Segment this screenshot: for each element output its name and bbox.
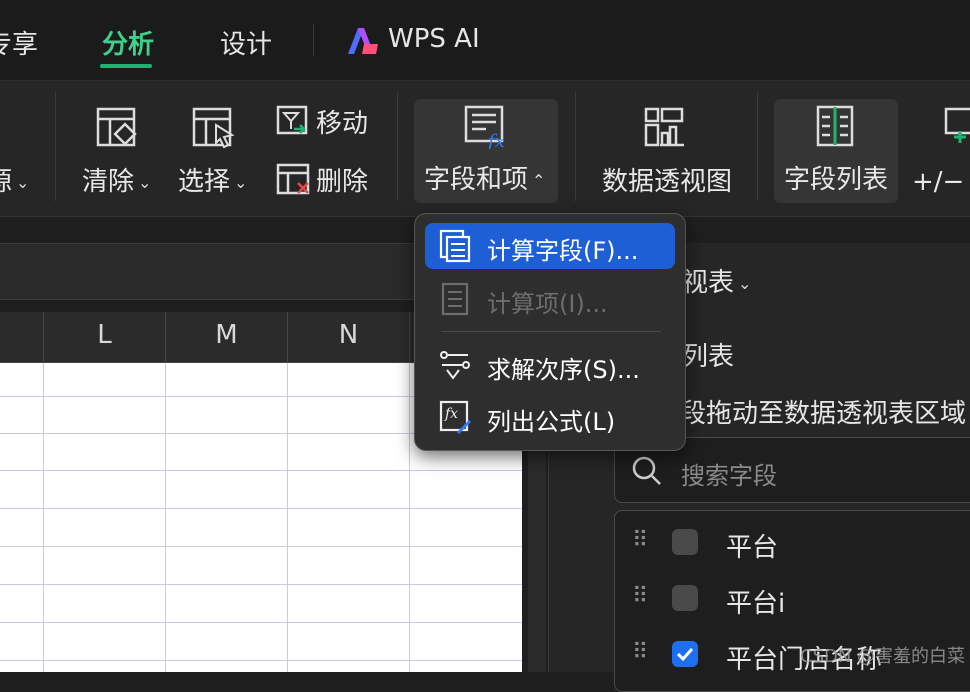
tab-analyze[interactable]: 分析 — [102, 24, 154, 61]
checkmark-icon — [676, 647, 694, 662]
active-tab-indicator — [100, 64, 152, 68]
chevron-down-icon: ⌄ — [234, 173, 248, 192]
pivot-pane-title-text: 视表 — [682, 268, 735, 298]
field-list-label: 字段列表 — [784, 165, 889, 195]
wps-ai-logo-icon — [348, 28, 378, 54]
expand-collapse-icon — [944, 107, 970, 143]
delete-label: 删除 — [316, 167, 369, 197]
pivot-chart-label: 数据透视图 — [602, 167, 733, 197]
menu-item-label: 列出公式(L) — [487, 408, 616, 436]
drag-instruction: 段拖动至数据透视表区域 — [680, 399, 967, 429]
pivot-chart-icon — [644, 107, 684, 147]
ribbon-divider — [575, 91, 576, 201]
move-button[interactable]: 移动 — [274, 103, 374, 143]
select-icon — [192, 107, 235, 149]
calculated-item-icon — [441, 282, 469, 316]
drag-handle-icon[interactable]: ⠿ — [632, 640, 648, 665]
field-list-icon — [816, 105, 854, 147]
menu-item-list-formulas[interactable]: fx 列出公式(L) — [425, 394, 675, 440]
clear-label: 清除 — [82, 167, 135, 197]
move-icon — [276, 105, 308, 135]
solve-order-icon — [440, 351, 470, 380]
svg-text:fx: fx — [444, 406, 458, 422]
move-label: 移动 — [316, 109, 369, 139]
svg-text:fx: fx — [486, 131, 505, 149]
expand-collapse-label: +/− — [912, 167, 965, 197]
chevron-up-icon: ⌃ — [532, 171, 546, 190]
calculated-field-icon — [439, 229, 471, 263]
chevron-down-icon: ⌄ — [138, 173, 152, 192]
field-label: 平台i — [726, 589, 786, 619]
fields-items-button[interactable]: fx 字段和项 ⌃ — [414, 99, 558, 203]
wps-ai-label: WPS AI — [388, 24, 480, 54]
select-button[interactable]: 选择 ⌄ — [174, 103, 254, 203]
ribbon-toolbar: 源⌄ 清除⌄ 选择⌄ 移动 — [0, 81, 970, 217]
menu-item-calculated-item: 计算项(I)... — [425, 276, 675, 322]
menu-item-label: 计算项(I)... — [487, 290, 608, 318]
menu-item-calculated-field[interactable]: 计算字段(F)... — [425, 223, 675, 269]
chevron-down-icon: ⌄ — [16, 173, 30, 192]
ribbon-divider — [55, 91, 56, 201]
field-label: 平台 — [726, 533, 779, 563]
field-list-section-label: 列表 — [682, 342, 735, 372]
column-header-l[interactable]: L — [44, 320, 165, 350]
ribbon-divider — [757, 91, 758, 201]
expand-collapse-button[interactable]: +/− 按 — [910, 103, 970, 203]
pivot-chart-button[interactable]: 数据透视图 — [598, 103, 738, 203]
column-header-n[interactable]: N — [288, 320, 409, 350]
field-checkbox-checked[interactable] — [672, 641, 698, 667]
search-icon — [632, 456, 661, 485]
watermark-text: CSDN @害羞的白菜 — [800, 646, 966, 667]
field-list-button[interactable]: 字段列表 — [774, 99, 898, 203]
ribbon-tab-bar: 专享 分析 设计 WPS AI — [0, 0, 970, 81]
tab-divider — [313, 24, 314, 56]
column-divider — [409, 312, 410, 362]
ribbon-clipped-left[interactable]: 源⌄ — [0, 161, 29, 198]
search-placeholder: 搜索字段 — [681, 462, 777, 490]
chevron-down-icon: ⌄ — [738, 274, 752, 293]
menu-item-solve-order[interactable]: 求解次序(S)... — [425, 342, 675, 388]
clipped-left-label: 源 — [0, 167, 12, 197]
clear-icon — [96, 107, 137, 147]
fields-items-icon: fx — [464, 105, 505, 149]
clear-button[interactable]: 清除 ⌄ — [78, 103, 156, 203]
list-formulas-icon: fx — [439, 400, 471, 434]
fields-items-dropdown-menu: 计算字段(F)... 计算项(I)... 求解次序(S)... fx 列出公式(… — [414, 213, 686, 451]
tab-exclusive[interactable]: 专享 — [0, 24, 38, 61]
drag-handle-icon[interactable]: ⠿ — [632, 528, 648, 553]
menu-item-label: 计算字段(F)... — [487, 237, 639, 265]
fields-items-label: 字段和项 — [424, 165, 529, 195]
pivot-pane-title[interactable]: 视表 ⌄ — [682, 262, 751, 299]
ribbon-divider — [397, 91, 398, 201]
delete-icon — [276, 163, 310, 195]
menu-divider — [441, 331, 661, 332]
field-checkbox[interactable] — [672, 585, 698, 611]
delete-button[interactable]: 删除 — [274, 161, 374, 201]
tab-design[interactable]: 设计 — [220, 24, 272, 61]
select-label: 选择 — [178, 167, 231, 197]
drag-handle-icon[interactable]: ⠿ — [632, 584, 648, 609]
field-checkbox[interactable] — [672, 529, 698, 555]
column-header-m[interactable]: M — [166, 320, 287, 350]
menu-item-label: 求解次序(S)... — [487, 356, 640, 384]
